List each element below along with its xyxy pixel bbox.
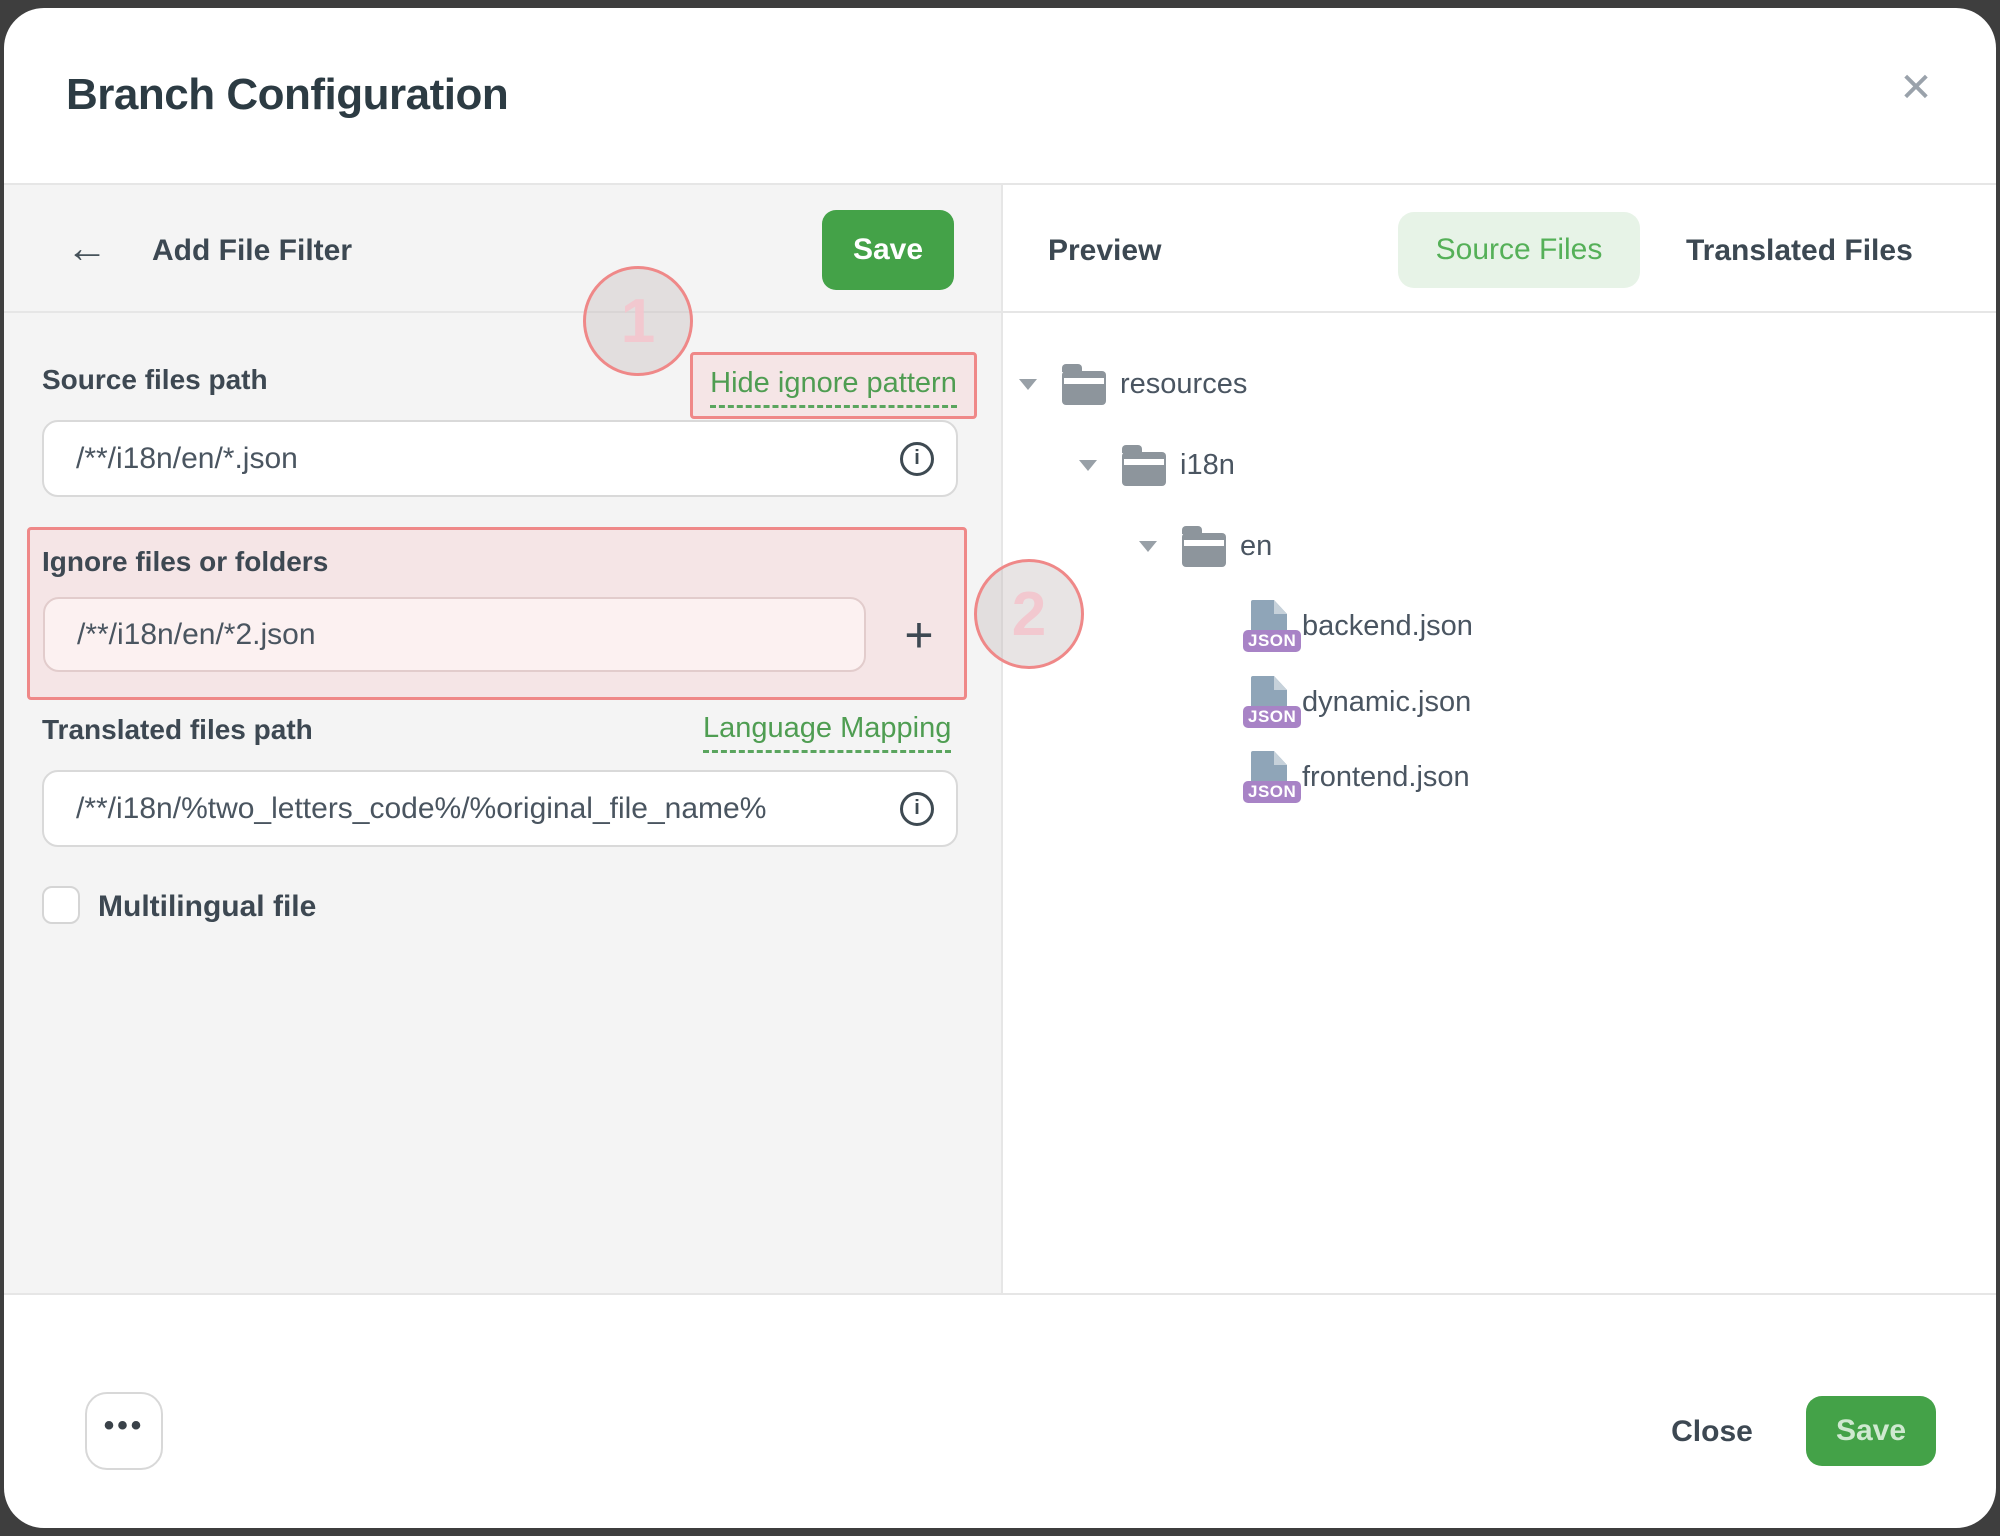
translated-files-path-label: Translated files path	[42, 714, 313, 746]
close-button[interactable]: Close	[1662, 1412, 1762, 1452]
folder-icon	[1122, 452, 1166, 486]
screen-backdrop: Branch Configuration ✕ ← Add File Filter…	[0, 0, 2000, 1536]
info-icon[interactable]: i	[900, 792, 934, 826]
language-mapping-wrap: Language Mapping	[703, 712, 951, 753]
save-button-top[interactable]: Save	[822, 210, 954, 290]
chevron-down-icon[interactable]	[1079, 459, 1097, 471]
footer-divider	[4, 1293, 1996, 1295]
tree-row-backend-json[interactable]: JSON backend.json	[1243, 599, 1473, 653]
tree-label: i18n	[1180, 449, 1235, 482]
tree-label: en	[1240, 530, 1272, 563]
language-mapping-link[interactable]: Language Mapping	[703, 712, 951, 753]
hide-ignore-pattern-highlight: Hide ignore pattern	[690, 352, 977, 419]
tree-label: backend.json	[1302, 610, 1473, 643]
tree-row-dynamic-json[interactable]: JSON dynamic.json	[1243, 675, 1471, 729]
translated-files-path-field: i	[42, 770, 958, 847]
tree-row-en[interactable]: en	[1139, 519, 1272, 573]
translated-files-path-input[interactable]	[42, 770, 958, 847]
branch-configuration-modal: Branch Configuration ✕ ← Add File Filter…	[4, 8, 1996, 1528]
tree-label: frontend.json	[1302, 761, 1470, 794]
tree-row-resources[interactable]: resources	[1019, 357, 1247, 411]
multilingual-checkbox[interactable]	[42, 886, 80, 924]
add-ignore-pattern-button[interactable]: +	[893, 598, 945, 672]
source-files-path-label: Source files path	[42, 364, 268, 396]
info-icon[interactable]: i	[900, 442, 934, 476]
folder-icon	[1182, 533, 1226, 567]
chevron-down-icon[interactable]	[1019, 378, 1037, 390]
json-badge: JSON	[1243, 781, 1301, 803]
add-file-filter-title: Add File Filter	[152, 234, 352, 268]
tree-label: resources	[1120, 368, 1247, 401]
source-files-path-input[interactable]	[42, 420, 958, 497]
back-arrow-icon[interactable]: ←	[66, 224, 108, 272]
tab-source-files[interactable]: Source Files	[1398, 212, 1640, 288]
annotation-step-1: 1	[583, 266, 693, 376]
ignore-files-input[interactable]	[43, 597, 866, 672]
json-file-icon: JSON	[1243, 676, 1289, 728]
ignore-files-label: Ignore files or folders	[42, 546, 328, 578]
panel-vertical-divider	[1001, 185, 1003, 1293]
more-options-button[interactable]: •••	[85, 1392, 163, 1470]
json-file-icon: JSON	[1243, 600, 1289, 652]
annotation-step-2: 2	[974, 559, 1084, 669]
tree-label: dynamic.json	[1302, 686, 1471, 719]
page-title: Branch Configuration	[66, 70, 508, 120]
panel-header-divider	[4, 311, 1996, 313]
tree-row-frontend-json[interactable]: JSON frontend.json	[1243, 750, 1470, 804]
close-icon[interactable]: ✕	[1888, 60, 1944, 116]
tab-translated-files[interactable]: Translated Files	[1686, 234, 1913, 268]
json-badge: JSON	[1243, 706, 1301, 728]
save-button-bottom[interactable]: Save	[1806, 1396, 1936, 1466]
source-files-path-field: i	[42, 420, 958, 497]
multilingual-file-label: Multilingual file	[98, 890, 316, 924]
preview-title: Preview	[1048, 234, 1161, 268]
ignore-files-field	[43, 597, 866, 672]
hide-ignore-pattern-link[interactable]: Hide ignore pattern	[710, 367, 957, 408]
json-badge: JSON	[1243, 630, 1301, 652]
tree-row-i18n[interactable]: i18n	[1079, 438, 1235, 492]
json-file-icon: JSON	[1243, 751, 1289, 803]
chevron-down-icon[interactable]	[1139, 540, 1157, 552]
folder-icon	[1062, 371, 1106, 405]
